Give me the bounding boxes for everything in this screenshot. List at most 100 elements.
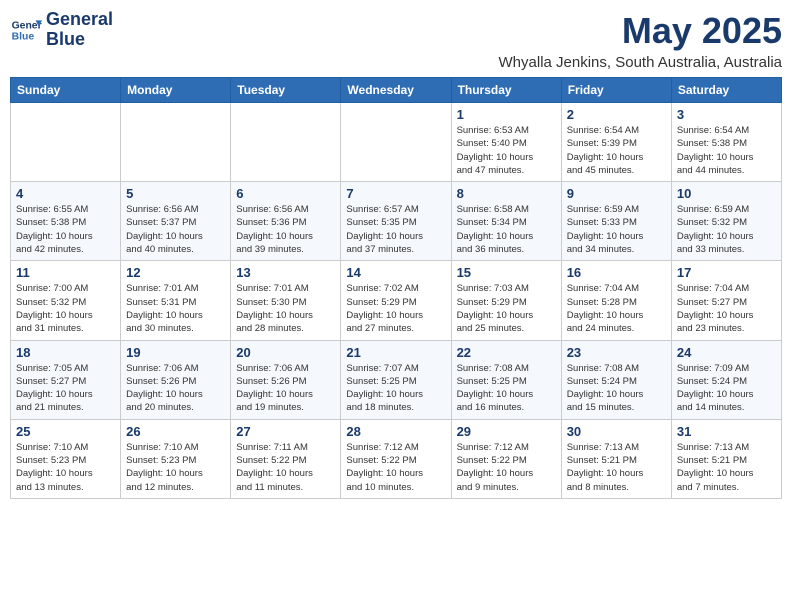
day-info: Sunrise: 6:54 AM Sunset: 5:38 PM Dayligh… — [677, 124, 776, 177]
day-info: Sunrise: 7:01 AM Sunset: 5:30 PM Dayligh… — [236, 282, 335, 335]
day-info: Sunrise: 6:56 AM Sunset: 5:36 PM Dayligh… — [236, 203, 335, 256]
day-info: Sunrise: 6:55 AM Sunset: 5:38 PM Dayligh… — [16, 203, 115, 256]
day-info: Sunrise: 7:09 AM Sunset: 5:24 PM Dayligh… — [677, 362, 776, 415]
day-number: 11 — [16, 265, 115, 280]
main-title: May 2025 — [499, 10, 782, 52]
calendar-header-row: SundayMondayTuesdayWednesdayThursdayFrid… — [11, 78, 782, 103]
day-info: Sunrise: 6:57 AM Sunset: 5:35 PM Dayligh… — [346, 203, 445, 256]
calendar-cell: 27Sunrise: 7:11 AM Sunset: 5:22 PM Dayli… — [231, 419, 341, 498]
calendar-cell: 24 Sunrise: 7:09 AM Sunset: 5:24 PM Dayli… — [671, 340, 781, 419]
calendar-cell: 7Sunrise: 6:57 AM Sunset: 5:35 PM Daylig… — [341, 182, 451, 261]
day-info: Sunrise: 7:04 AM Sunset: 5:27 PM Dayligh… — [677, 282, 776, 335]
day-number: 15 — [457, 265, 556, 280]
calendar-cell: 10Sunrise: 6:59 AM Sunset: 5:32 PM Dayli… — [671, 182, 781, 261]
calendar-week-row: 18 Sunrise: 7:05 AM Sunset: 5:27 PM Dayli… — [11, 340, 782, 419]
calendar-cell: 18 Sunrise: 7:05 AM Sunset: 5:27 PM Dayli… — [11, 340, 121, 419]
day-number: 22 — [457, 345, 556, 360]
calendar-cell: 28 Sunrise: 7:12 AM Sunset: 5:22 PM Dayli… — [341, 419, 451, 498]
day-number: 16 — [567, 265, 666, 280]
day-number: 24 — [677, 345, 776, 360]
day-info: Sunrise: 6:53 AM Sunset: 5:40 PM Dayligh… — [457, 124, 556, 177]
calendar-cell: 3Sunrise: 6:54 AM Sunset: 5:38 PM Daylig… — [671, 103, 781, 182]
calendar-table: SundayMondayTuesdayWednesdayThursdayFrid… — [10, 77, 782, 499]
day-info: Sunrise: 7:13 AM Sunset: 5:21 PM Dayligh… — [677, 441, 776, 494]
day-info: Sunrise: 7:03 AM Sunset: 5:29 PM Dayligh… — [457, 282, 556, 335]
day-number: 19 — [126, 345, 225, 360]
svg-text:Blue: Blue — [12, 31, 35, 42]
day-number: 17 — [677, 265, 776, 280]
day-info: Sunrise: 7:12 AM Sunset: 5:22 PM Dayligh… — [457, 441, 556, 494]
day-number: 10 — [677, 186, 776, 201]
day-number: 9 — [567, 186, 666, 201]
day-info: Sunrise: 6:59 AM Sunset: 5:33 PM Dayligh… — [567, 203, 666, 256]
calendar-cell: 14 Sunrise: 7:02 AM Sunset: 5:29 PM Dayli… — [341, 261, 451, 340]
calendar-cell — [11, 103, 121, 182]
day-number: 30 — [567, 424, 666, 439]
day-info: Sunrise: 7:00 AM Sunset: 5:32 PM Dayligh… — [16, 282, 115, 335]
day-info: Sunrise: 7:02 AM Sunset: 5:29 PM Dayligh… — [346, 282, 445, 335]
day-info: Sunrise: 7:07 AM Sunset: 5:25 PM Dayligh… — [346, 362, 445, 415]
logo-icon: General Blue — [10, 14, 42, 46]
calendar-cell: 5 Sunrise: 6:56 AM Sunset: 5:37 PM Daylig… — [121, 182, 231, 261]
day-number: 26 — [126, 424, 225, 439]
day-number: 2 — [567, 107, 666, 122]
calendar-cell: 12 Sunrise: 7:01 AM Sunset: 5:31 PM Dayli… — [121, 261, 231, 340]
calendar-cell: 26Sunrise: 7:10 AM Sunset: 5:23 PM Dayli… — [121, 419, 231, 498]
day-info: Sunrise: 7:10 AM Sunset: 5:23 PM Dayligh… — [16, 441, 115, 494]
logo: General Blue GeneralBlue — [10, 10, 113, 50]
calendar-cell: 11 Sunrise: 7:00 AM Sunset: 5:32 PM Dayli… — [11, 261, 121, 340]
day-info: Sunrise: 7:08 AM Sunset: 5:24 PM Dayligh… — [567, 362, 666, 415]
calendar-cell: 9 Sunrise: 6:59 AM Sunset: 5:33 PM Daylig… — [561, 182, 671, 261]
calendar-cell: 29Sunrise: 7:12 AM Sunset: 5:22 PM Dayli… — [451, 419, 561, 498]
day-number: 25 — [16, 424, 115, 439]
day-number: 14 — [346, 265, 445, 280]
day-header-friday: Friday — [561, 78, 671, 103]
day-number: 8 — [457, 186, 556, 201]
calendar-cell: 23Sunrise: 7:08 AM Sunset: 5:24 PM Dayli… — [561, 340, 671, 419]
day-number: 18 — [16, 345, 115, 360]
day-number: 12 — [126, 265, 225, 280]
day-info: Sunrise: 7:06 AM Sunset: 5:26 PM Dayligh… — [236, 362, 335, 415]
calendar-cell: 31 Sunrise: 7:13 AM Sunset: 5:21 PM Dayli… — [671, 419, 781, 498]
calendar-cell: 2Sunrise: 6:54 AM Sunset: 5:39 PM Daylig… — [561, 103, 671, 182]
calendar-week-row: 4 Sunrise: 6:55 AM Sunset: 5:38 PM Daylig… — [11, 182, 782, 261]
calendar-cell: 1 Sunrise: 6:53 AM Sunset: 5:40 PM Daylig… — [451, 103, 561, 182]
day-info: Sunrise: 7:05 AM Sunset: 5:27 PM Dayligh… — [16, 362, 115, 415]
day-number: 4 — [16, 186, 115, 201]
day-number: 31 — [677, 424, 776, 439]
calendar-cell: 16 Sunrise: 7:04 AM Sunset: 5:28 PM Dayli… — [561, 261, 671, 340]
day-info: Sunrise: 7:13 AM Sunset: 5:21 PM Dayligh… — [567, 441, 666, 494]
day-number: 6 — [236, 186, 335, 201]
calendar-week-row: 25 Sunrise: 7:10 AM Sunset: 5:23 PM Dayli… — [11, 419, 782, 498]
day-header-monday: Monday — [121, 78, 231, 103]
calendar-cell: 19 Sunrise: 7:06 AM Sunset: 5:26 PM Dayli… — [121, 340, 231, 419]
calendar-week-row: 11 Sunrise: 7:00 AM Sunset: 5:32 PM Dayli… — [11, 261, 782, 340]
day-number: 13 — [236, 265, 335, 280]
page-header: General Blue GeneralBlue May 2025 Whyall… — [10, 10, 782, 71]
day-header-thursday: Thursday — [451, 78, 561, 103]
calendar-cell: 13 Sunrise: 7:01 AM Sunset: 5:30 PM Dayli… — [231, 261, 341, 340]
calendar-cell: 22 Sunrise: 7:08 AM Sunset: 5:25 PM Dayli… — [451, 340, 561, 419]
day-info: Sunrise: 7:04 AM Sunset: 5:28 PM Dayligh… — [567, 282, 666, 335]
day-info: Sunrise: 6:56 AM Sunset: 5:37 PM Dayligh… — [126, 203, 225, 256]
day-number: 27 — [236, 424, 335, 439]
calendar-cell: 8Sunrise: 6:58 AM Sunset: 5:34 PM Daylig… — [451, 182, 561, 261]
day-number: 1 — [457, 107, 556, 122]
day-info: Sunrise: 7:08 AM Sunset: 5:25 PM Dayligh… — [457, 362, 556, 415]
day-number: 28 — [346, 424, 445, 439]
day-header-saturday: Saturday — [671, 78, 781, 103]
day-info: Sunrise: 7:12 AM Sunset: 5:22 PM Dayligh… — [346, 441, 445, 494]
day-info: Sunrise: 7:06 AM Sunset: 5:26 PM Dayligh… — [126, 362, 225, 415]
day-number: 21 — [346, 345, 445, 360]
day-header-wednesday: Wednesday — [341, 78, 451, 103]
calendar-cell — [341, 103, 451, 182]
subtitle: Whyalla Jenkins, South Australia, Austra… — [499, 54, 782, 71]
title-area: May 2025 Whyalla Jenkins, South Australi… — [499, 10, 782, 71]
day-number: 20 — [236, 345, 335, 360]
calendar-cell — [121, 103, 231, 182]
calendar-cell: 15 Sunrise: 7:03 AM Sunset: 5:29 PM Dayli… — [451, 261, 561, 340]
day-header-tuesday: Tuesday — [231, 78, 341, 103]
day-number: 5 — [126, 186, 225, 201]
calendar-cell: 21 Sunrise: 7:07 AM Sunset: 5:25 PM Dayli… — [341, 340, 451, 419]
day-info: Sunrise: 7:01 AM Sunset: 5:31 PM Dayligh… — [126, 282, 225, 335]
